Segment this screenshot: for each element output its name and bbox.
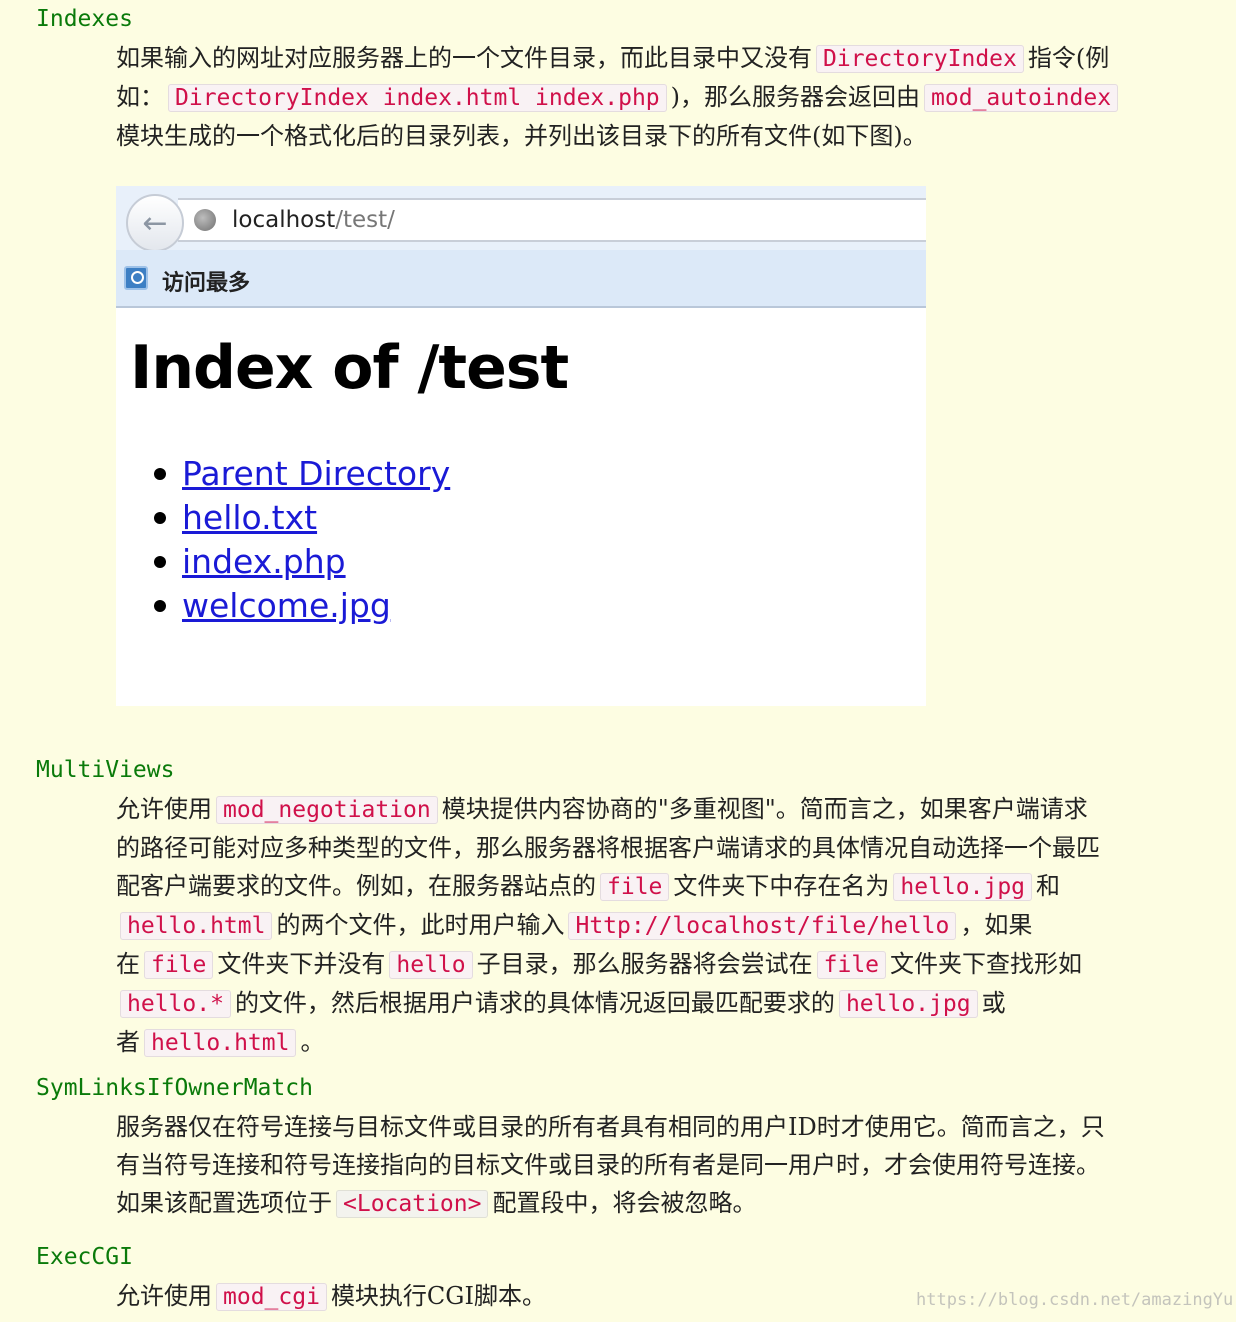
url-path: /test/	[335, 207, 395, 233]
text: 模块执行CGI脚本。	[330, 1282, 546, 1310]
multiviews-description: 允许使用 mod_negotiation 模块提供内容协商的"多重视图"。简而言之，…	[116, 790, 1206, 1062]
text: 如果该配置选项位于	[116, 1189, 332, 1217]
text: 和	[1036, 872, 1061, 900]
browser-toolbar: localhost/test/ ←	[116, 186, 926, 252]
code-mod-autoindex: mod_autoindex	[924, 84, 1119, 112]
list-item: Parent Directory	[154, 452, 451, 496]
term-multiviews: MultiViews	[36, 757, 175, 783]
url-host: localhost	[232, 207, 336, 233]
bullet	[154, 600, 166, 612]
index-title: Index of /test	[130, 333, 569, 403]
text: 文件夹下并没有	[217, 950, 386, 978]
code-hello-jpg: hello.jpg	[893, 873, 1033, 901]
text: 如果输入的网址对应服务器上的一个文件目录，而此目录中又没有	[116, 44, 812, 72]
code-directoryindex-example: DirectoryIndex index.html index.php	[168, 84, 667, 112]
text: 在	[116, 950, 140, 978]
code-hello-html: hello.html	[144, 1029, 297, 1057]
code-directoryindex: DirectoryIndex	[816, 45, 1024, 73]
text: 模块提供内容协商的"多重视图"。简而言之，如果客户端请求	[441, 795, 1088, 823]
link-hello-txt: hello.txt	[182, 498, 318, 537]
bullet	[154, 512, 166, 524]
term-symlinksifownermatch: SymLinksIfOwnerMatch	[36, 1075, 313, 1101]
text: 子目录，那么服务器将会尝试在	[476, 950, 813, 978]
code-hello-wildcard: hello.*	[120, 990, 231, 1018]
text: 的文件，然后根据用户请求的具体情况返回最匹配要求的	[234, 989, 835, 1017]
globe-icon	[194, 209, 216, 231]
link-index-php: index.php	[182, 542, 346, 581]
code-url: Http://localhost/file/hello	[568, 912, 957, 940]
text: )，那么服务器会返回由	[670, 83, 921, 111]
code-location: <Location>	[336, 1190, 489, 1218]
bookmarks-bar: 访问最多	[116, 250, 926, 308]
file-list: Parent Directory hello.txt index.php wel…	[154, 452, 451, 628]
code-hello-html: hello.html	[120, 912, 273, 940]
code-mod-cgi: mod_cgi	[216, 1283, 327, 1311]
code-file: file	[816, 951, 887, 979]
term-indexes: Indexes	[36, 6, 133, 32]
text: 文件夹下中存在名为	[673, 872, 890, 900]
text: 配客户端要求的文件。例如，在服务器站点的	[116, 872, 596, 900]
bullet	[154, 556, 166, 568]
list-item: hello.txt	[154, 496, 450, 540]
link-welcome-jpg: welcome.jpg	[182, 586, 391, 625]
text: 。	[300, 1028, 325, 1056]
text: 如：	[116, 83, 164, 111]
text: 文件夹下查找形如	[890, 950, 1083, 978]
code-file: file	[144, 951, 214, 979]
text: 或	[981, 989, 1006, 1017]
text: ，如果	[960, 911, 1033, 939]
link-parent-directory: Parent Directory	[182, 454, 451, 493]
text: 有当符号连接和符号连接指向的目标文件或目录的所有者是同一用户时，才会使用符号连接…	[116, 1151, 1100, 1179]
directory-listing-screenshot: localhost/test/ ← 访问最多 Index of /test Pa…	[116, 186, 926, 706]
term-execcgi: ExecCGI	[36, 1244, 133, 1270]
text: 配置段中，将会被忽略。	[492, 1189, 757, 1217]
watermark: https://blog.csdn.net/amazingYu	[916, 1290, 1234, 1310]
address-bar: localhost/test/	[178, 198, 926, 242]
text: 指令(例	[1027, 44, 1110, 72]
indexes-description: 如果输入的网址对应服务器上的一个文件目录，而此目录中又没有 DirectoryIn…	[116, 39, 1206, 155]
bullet	[154, 468, 166, 480]
text: 者	[116, 1028, 140, 1056]
text: 允许使用	[116, 1282, 212, 1310]
list-item: index.php	[154, 540, 450, 584]
address-url: localhost/test/	[232, 207, 395, 233]
list-item: welcome.jpg	[154, 584, 450, 628]
text: 模块生成的一个格式化后的目录列表，并列出该目录下的所有文件(如下图)。	[116, 122, 927, 150]
back-arrow-icon: ←	[126, 194, 184, 252]
code-file: file	[600, 873, 670, 901]
text: 的路径可能对应多种类型的文件，那么服务器将根据客户端请求的具体情况自动选择一个最…	[116, 834, 1100, 862]
code-mod-negotiation: mod_negotiation	[216, 796, 438, 824]
bookmark-folder-icon	[124, 266, 148, 290]
bookmark-most-visited: 访问最多	[162, 271, 251, 296]
text: 的两个文件，此时用户输入	[276, 911, 565, 939]
symlinks-description: 服务器仅在符号连接与目标文件或目录的所有者具有相同的用户ID时才使用它。简而言之…	[116, 1108, 1206, 1223]
code-hello: hello	[389, 951, 473, 979]
text: 服务器仅在符号连接与目标文件或目录的所有者具有相同的用户ID时才使用它。简而言之…	[116, 1113, 1105, 1141]
text: 允许使用	[116, 795, 212, 823]
code-hello-jpg: hello.jpg	[838, 990, 978, 1018]
